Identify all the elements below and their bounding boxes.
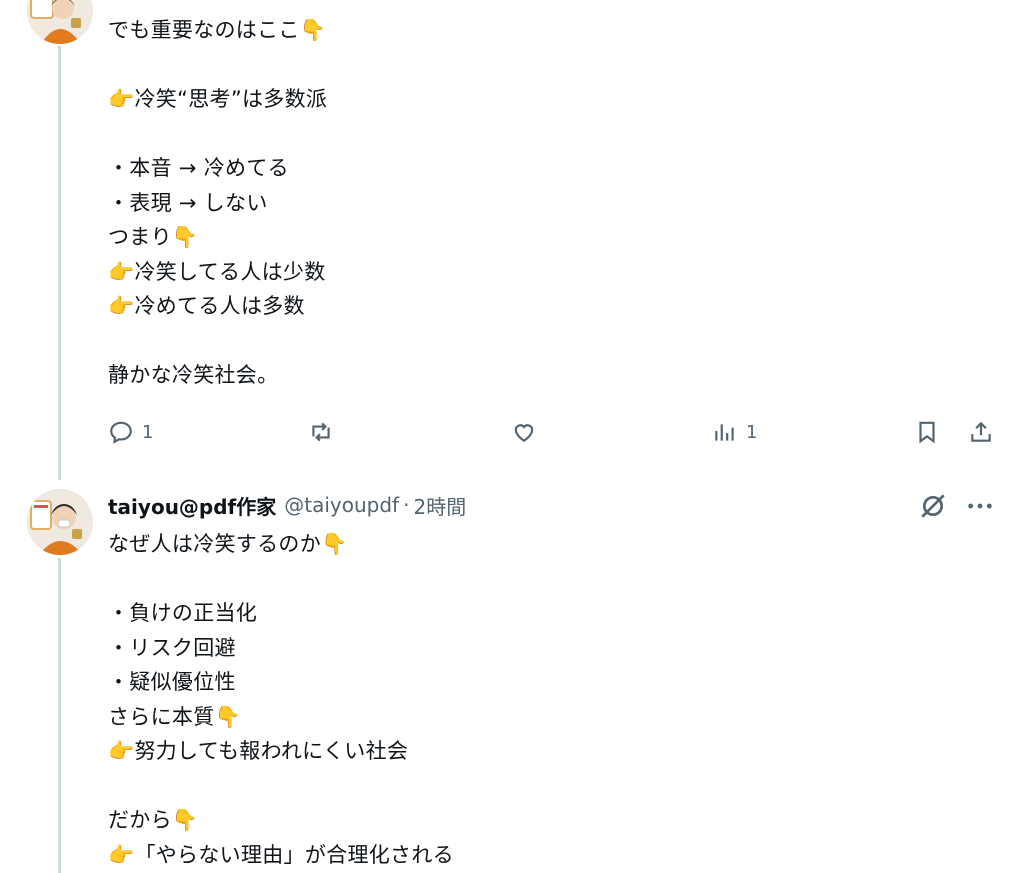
repost-icon — [312, 422, 330, 442]
avatar[interactable] — [27, 0, 93, 44]
display-name[interactable]: taiyou@pdf作家 — [108, 491, 276, 520]
avatar[interactable] — [27, 489, 93, 555]
like-icon — [514, 424, 534, 442]
repost-button[interactable] — [308, 414, 342, 450]
grok-icon — [921, 494, 945, 518]
views-count: 1 — [746, 421, 758, 443]
clipped-post-header — [108, 0, 968, 4]
post-text: でも重要なのはここ👇 👉冷笑“思考”は多数派 ・本音 → 冷めてる ・表現 → … — [108, 18, 328, 387]
post-header: taiyou@pdf作家 @taiyoupdf · 2時間 — [108, 489, 466, 521]
thread-line-bottom — [58, 558, 61, 873]
grok-button[interactable] — [917, 489, 949, 523]
bookmark-icon — [919, 421, 935, 444]
like-button[interactable] — [511, 414, 545, 450]
more-icon — [968, 503, 992, 509]
post-timestamp[interactable]: 2時間 — [413, 491, 466, 520]
share-button[interactable] — [968, 414, 994, 450]
reply-count: 1 — [142, 421, 154, 443]
more-options-button[interactable] — [964, 489, 996, 523]
views-button[interactable]: 1 — [712, 414, 757, 450]
post-action-bar: 1 1 — [108, 414, 998, 450]
share-icon — [971, 421, 991, 442]
header-separator: · — [403, 493, 410, 517]
bookmark-button[interactable] — [914, 414, 940, 450]
thread-line-top — [58, 46, 61, 480]
reply-icon — [110, 421, 132, 444]
user-handle[interactable]: @taiyoupdf — [284, 493, 399, 517]
reply-button[interactable]: 1 — [108, 414, 153, 450]
views-icon — [715, 424, 734, 441]
post-text: なぜ人は冷笑するのか👇 ・負けの正当化 ・リスク回避 ・疑似優位性 さらに本質👇… — [108, 532, 454, 867]
